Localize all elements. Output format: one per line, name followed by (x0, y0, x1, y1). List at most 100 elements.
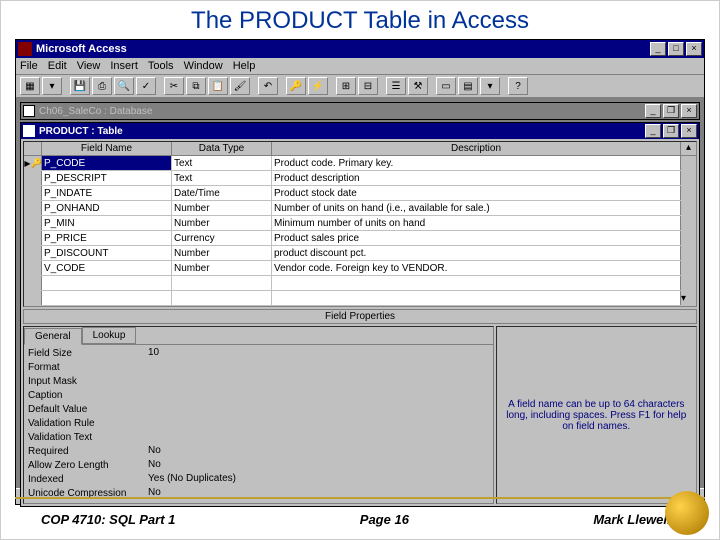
field-name-cell[interactable]: P_MIN (42, 216, 172, 230)
insert-rows-button[interactable]: ⊞ (336, 77, 356, 95)
data-type-cell[interactable]: Number (172, 216, 272, 230)
copy-button[interactable]: ⧉ (186, 77, 206, 95)
description-cell[interactable]: Number of units on hand (i.e., available… (272, 201, 680, 215)
field-row[interactable]: P_CODETextProduct code. Primary key. (24, 156, 696, 171)
data-type-cell[interactable] (172, 276, 272, 290)
scrollbar-track[interactable] (680, 231, 696, 245)
scrollbar-track[interactable] (680, 186, 696, 200)
row-selector[interactable] (24, 231, 42, 245)
property-value[interactable] (146, 431, 487, 444)
field-row[interactable]: P_DESCRIPTTextProduct description (24, 171, 696, 186)
description-cell[interactable]: Vendor code. Foreign key to VENDOR. (272, 261, 680, 275)
field-name-cell[interactable]: V_CODE (42, 261, 172, 275)
scrollbar-track[interactable] (680, 276, 696, 290)
data-type-cell[interactable]: Text (172, 156, 272, 170)
delete-rows-button[interactable]: ⊟ (358, 77, 378, 95)
build-button[interactable]: ⚒ (408, 77, 428, 95)
description-cell[interactable]: Product sales price (272, 231, 680, 245)
scrollbar-track[interactable] (680, 201, 696, 215)
row-selector[interactable] (24, 291, 42, 305)
field-name-cell[interactable]: P_DISCOUNT (42, 246, 172, 260)
scrollbar-track[interactable] (680, 171, 696, 185)
undo-button[interactable]: ↶ (258, 77, 278, 95)
database-window-button[interactable]: ▭ (436, 77, 456, 95)
field-name-cell[interactable]: P_CODE (42, 156, 172, 170)
field-name-cell[interactable]: P_DESCRIPT (42, 171, 172, 185)
dropdown-icon[interactable]: ▾ (480, 77, 500, 95)
data-type-cell[interactable]: Date/Time (172, 186, 272, 200)
description-cell[interactable] (272, 291, 680, 305)
field-row[interactable]: P_DISCOUNTNumberproduct discount pct. (24, 246, 696, 261)
row-selector[interactable] (24, 171, 42, 185)
save-button[interactable]: 💾 (70, 77, 90, 95)
field-row[interactable]: P_INDATEDate/TimeProduct stock date (24, 186, 696, 201)
close-button[interactable]: × (686, 42, 702, 56)
menu-help[interactable]: Help (233, 60, 256, 72)
property-value[interactable] (146, 361, 487, 374)
property-value[interactable]: 10 (146, 347, 487, 360)
menu-file[interactable]: File (20, 60, 38, 72)
tab-lookup[interactable]: Lookup (82, 327, 137, 344)
field-name-cell[interactable] (42, 291, 172, 305)
field-row[interactable]: P_PRICECurrencyProduct sales price (24, 231, 696, 246)
property-value[interactable] (146, 375, 487, 388)
spellcheck-button[interactable]: ✓ (136, 77, 156, 95)
property-value[interactable] (146, 403, 487, 416)
field-name-cell[interactable]: P_INDATE (42, 186, 172, 200)
description-cell[interactable]: Product description (272, 171, 680, 185)
scrollbar-track[interactable] (680, 261, 696, 275)
property-value[interactable]: Yes (No Duplicates) (146, 473, 487, 486)
description-cell[interactable]: Product code. Primary key. (272, 156, 680, 170)
empty-field-row[interactable] (24, 276, 696, 291)
primary-key-icon[interactable] (24, 156, 42, 170)
scroll-down-button[interactable]: ▾ (680, 291, 696, 305)
description-cell[interactable] (272, 276, 680, 290)
tbl-close-button[interactable]: × (681, 124, 697, 138)
data-type-cell[interactable]: Currency (172, 231, 272, 245)
field-row[interactable]: P_ONHANDNumberNumber of units on hand (i… (24, 201, 696, 216)
scrollbar-track[interactable] (680, 246, 696, 260)
menu-insert[interactable]: Insert (110, 60, 138, 72)
field-row[interactable]: P_MINNumberMinimum number of units on ha… (24, 216, 696, 231)
data-type-cell[interactable] (172, 291, 272, 305)
field-name-cell[interactable]: P_ONHAND (42, 201, 172, 215)
field-name-cell[interactable] (42, 276, 172, 290)
tbl-minimize-button[interactable]: _ (645, 124, 661, 138)
data-type-cell[interactable]: Text (172, 171, 272, 185)
minimize-button[interactable]: _ (650, 42, 666, 56)
data-type-cell[interactable]: Number (172, 261, 272, 275)
field-name-cell[interactable]: P_PRICE (42, 231, 172, 245)
db-minimize-button[interactable]: _ (645, 104, 661, 118)
maximize-button[interactable]: □ (668, 42, 684, 56)
menu-view[interactable]: View (77, 60, 101, 72)
description-cell[interactable]: product discount pct. (272, 246, 680, 260)
scroll-up-button[interactable]: ▴ (680, 142, 696, 155)
property-value[interactable] (146, 417, 487, 430)
properties-button[interactable]: ☰ (386, 77, 406, 95)
cut-button[interactable]: ✂ (164, 77, 184, 95)
row-selector[interactable] (24, 261, 42, 275)
field-row[interactable]: V_CODENumberVendor code. Foreign key to … (24, 261, 696, 276)
help-button[interactable]: ? (508, 77, 528, 95)
row-selector[interactable] (24, 276, 42, 290)
property-value[interactable]: No (146, 445, 487, 458)
menu-window[interactable]: Window (184, 60, 223, 72)
menu-tools[interactable]: Tools (148, 60, 174, 72)
row-selector[interactable] (24, 186, 42, 200)
property-value[interactable] (146, 389, 487, 402)
format-painter-button[interactable]: 🖌 (230, 77, 250, 95)
view-button[interactable]: ▦ (20, 77, 40, 95)
indexes-button[interactable]: ⚡ (308, 77, 328, 95)
menu-edit[interactable]: Edit (48, 60, 67, 72)
scrollbar-track[interactable] (680, 216, 696, 230)
print-button[interactable]: ⎙ (92, 77, 112, 95)
property-value[interactable]: No (146, 459, 487, 472)
scrollbar-track[interactable] (680, 156, 696, 170)
primary-key-button[interactable]: 🔑 (286, 77, 306, 95)
data-type-cell[interactable]: Number (172, 246, 272, 260)
print-preview-button[interactable]: 🔍 (114, 77, 134, 95)
db-restore-button[interactable]: ❐ (663, 104, 679, 118)
row-selector[interactable] (24, 216, 42, 230)
tbl-restore-button[interactable]: ❐ (663, 124, 679, 138)
dropdown-icon[interactable]: ▾ (42, 77, 62, 95)
